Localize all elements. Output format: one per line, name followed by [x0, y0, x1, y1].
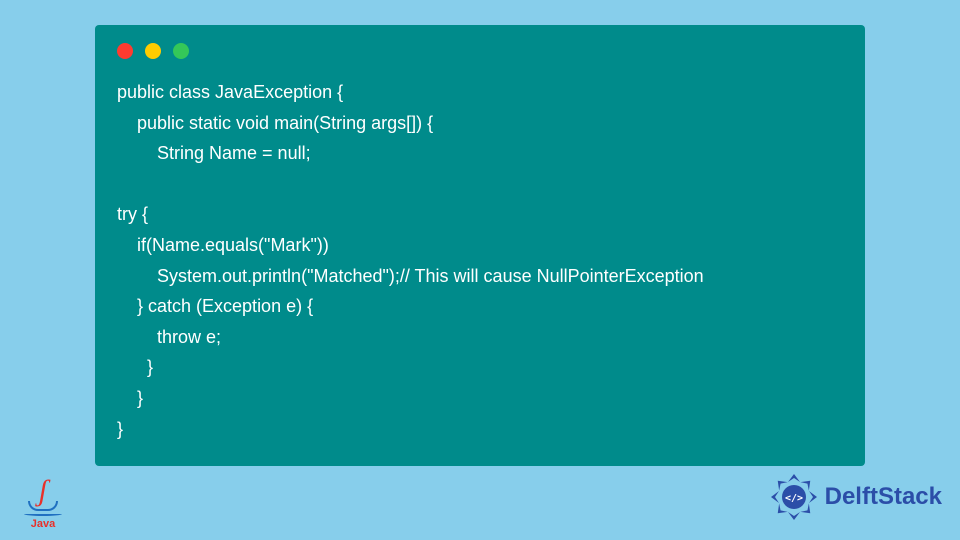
- close-icon: [117, 43, 133, 59]
- java-steam-icon: ʃ: [39, 479, 48, 503]
- java-logo: ʃ Java: [18, 460, 68, 530]
- delftstack-icon: </>: [769, 472, 819, 522]
- maximize-icon: [173, 43, 189, 59]
- svg-text:</>: </>: [785, 493, 803, 504]
- java-cup-icon: [28, 501, 58, 511]
- code-window: public class JavaException { public stat…: [95, 25, 865, 466]
- minimize-icon: [145, 43, 161, 59]
- delftstack-logo: </> DelftStack: [769, 472, 942, 522]
- code-block: public class JavaException { public stat…: [117, 77, 843, 444]
- java-saucer-icon: [24, 512, 62, 516]
- delftstack-logo-label: DelftStack: [825, 483, 942, 511]
- window-controls: [117, 43, 843, 59]
- java-logo-label: Java: [31, 518, 55, 530]
